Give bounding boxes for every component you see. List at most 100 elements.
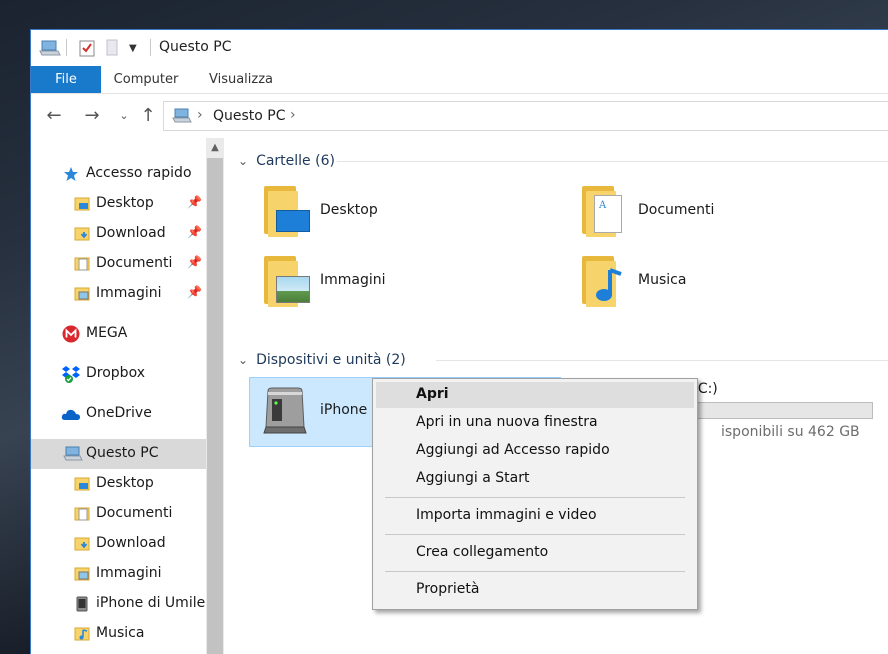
menu-item-import-pictures[interactable]: Importa immagini e video bbox=[376, 503, 694, 529]
breadcrumb[interactable]: Questo PC bbox=[213, 108, 286, 124]
tab-view[interactable]: Visualizza bbox=[201, 66, 281, 93]
folder-tile-documents[interactable]: A Documenti bbox=[582, 186, 862, 246]
menu-item-properties[interactable]: Proprietà bbox=[376, 577, 694, 603]
folder-label: Documenti bbox=[638, 202, 715, 218]
portable-device-icon bbox=[263, 387, 307, 434]
group-divider bbox=[337, 161, 888, 162]
sidebar-item-label: Desktop bbox=[96, 195, 154, 211]
sidebar-item-label: iPhone di Umile bbox=[96, 595, 206, 611]
folder-tile-music[interactable]: Musica bbox=[582, 256, 862, 316]
back-arrow-icon[interactable]: ← bbox=[44, 106, 64, 126]
menu-separator bbox=[385, 497, 685, 498]
sidebar-item-music[interactable]: Musica bbox=[31, 619, 206, 649]
pin-icon[interactable]: 📌 bbox=[187, 195, 202, 209]
sidebar-item-documents[interactable]: Documenti 📌 bbox=[31, 249, 206, 279]
computer-icon bbox=[39, 38, 61, 58]
menu-item-open[interactable]: Apri bbox=[376, 382, 694, 408]
navigation-bar: ← → ⌄ ↑ › Questo PC › bbox=[31, 94, 888, 138]
sidebar-item-onedrive[interactable]: OneDrive bbox=[31, 399, 206, 429]
sidebar-item-label: Accesso rapido bbox=[86, 165, 192, 181]
chevron-down-icon[interactable]: ⌄ bbox=[238, 154, 248, 168]
group-header-folders[interactable]: ⌄ Cartelle (6) bbox=[238, 151, 335, 171]
group-title: Dispositivi e unità (2) bbox=[256, 352, 406, 368]
menu-item-label: Apri bbox=[416, 386, 449, 402]
folder-music-icon bbox=[74, 626, 90, 642]
new-folder-icon[interactable] bbox=[105, 38, 119, 58]
group-title: Cartelle (6) bbox=[256, 153, 335, 169]
sidebar-item-label: MEGA bbox=[86, 325, 128, 341]
up-arrow-icon[interactable]: ↑ bbox=[138, 106, 158, 126]
menu-separator bbox=[385, 571, 685, 572]
properties-icon[interactable] bbox=[79, 38, 95, 58]
sidebar-item-download[interactable]: Download 📌 bbox=[31, 219, 206, 249]
tab-file[interactable]: File bbox=[31, 66, 101, 93]
folder-download-icon bbox=[74, 536, 90, 552]
sidebar-item-this-pc[interactable]: Questo PC bbox=[31, 439, 206, 469]
pin-icon[interactable]: 📌 bbox=[187, 285, 202, 299]
navigation-pane: Accesso rapido Desktop 📌 Download 📌 Docu… bbox=[31, 138, 206, 654]
menu-item-label: Aggiungi ad Accesso rapido bbox=[416, 442, 610, 458]
sidebar-item-label: Musica bbox=[96, 625, 145, 641]
menu-item-pin-start[interactable]: Aggiungi a Start bbox=[376, 466, 694, 492]
drive-free-space: isponibili su 462 GB bbox=[721, 424, 860, 440]
sidebar-item-label: Download bbox=[96, 535, 166, 551]
sidebar-item-pictures[interactable]: Immagini 📌 bbox=[31, 279, 206, 309]
window-title: Questo PC bbox=[159, 39, 232, 55]
sidebar-scrollbar[interactable]: ▲ bbox=[206, 138, 224, 654]
sidebar-item-mega[interactable]: MEGA bbox=[31, 319, 206, 349]
folder-documents-icon bbox=[74, 506, 90, 522]
folder-label: Immagini bbox=[320, 272, 386, 288]
folder-tile-pictures[interactable]: Immagini bbox=[264, 256, 544, 316]
forward-arrow-icon[interactable]: → bbox=[82, 106, 102, 126]
sidebar-item-iphone[interactable]: iPhone di Umile bbox=[31, 589, 206, 619]
separator bbox=[66, 39, 67, 56]
pin-icon[interactable]: 📌 bbox=[187, 225, 202, 239]
address-bar[interactable]: › Questo PC › bbox=[163, 101, 888, 131]
recent-locations-icon[interactable]: ⌄ bbox=[114, 106, 134, 126]
menu-item-open-new-window[interactable]: Apri in una nuova finestra bbox=[376, 410, 694, 436]
customize-toolbar-icon[interactable]: ▼ bbox=[129, 38, 137, 58]
sidebar-item-desktop[interactable]: Desktop 📌 bbox=[31, 189, 206, 219]
tab-computer[interactable]: Computer bbox=[111, 66, 181, 93]
dropbox-icon bbox=[61, 365, 80, 383]
folder-label: Desktop bbox=[320, 202, 378, 218]
menu-separator bbox=[385, 534, 685, 535]
computer-icon bbox=[172, 108, 192, 128]
sidebar-item-label: OneDrive bbox=[86, 405, 152, 421]
group-header-devices[interactable]: ⌄ Dispositivi e unità (2) bbox=[238, 350, 406, 370]
menu-item-label: Importa immagini e video bbox=[416, 507, 597, 523]
folder-download-icon bbox=[74, 226, 90, 242]
sidebar-item-label: Dropbox bbox=[86, 365, 145, 381]
sidebar-item-label: Documenti bbox=[96, 505, 173, 521]
scroll-up-arrow-icon[interactable]: ▲ bbox=[206, 138, 224, 158]
breadcrumb-chevron-icon[interactable]: › bbox=[197, 107, 203, 123]
separator bbox=[150, 39, 151, 56]
sidebar-item-dropbox[interactable]: Dropbox bbox=[31, 359, 206, 389]
sidebar-item-desktop[interactable]: Desktop bbox=[31, 469, 206, 499]
sidebar-item-label: Questo PC bbox=[86, 445, 159, 461]
pin-icon[interactable]: 📌 bbox=[187, 255, 202, 269]
context-menu: Apri Apri in una nuova finestra Aggiungi… bbox=[372, 378, 698, 610]
sidebar-item-pictures[interactable]: Immagini bbox=[31, 559, 206, 589]
chevron-down-icon[interactable]: ⌄ bbox=[238, 353, 248, 367]
breadcrumb-chevron-icon[interactable]: › bbox=[290, 107, 296, 123]
folder-pictures-icon bbox=[74, 286, 90, 302]
sidebar-item-label: Immagini bbox=[96, 565, 162, 581]
sidebar-item-documents[interactable]: Documenti bbox=[31, 499, 206, 529]
group-divider bbox=[436, 360, 888, 361]
sidebar-item-label: Desktop bbox=[96, 475, 154, 491]
folder-label: Musica bbox=[638, 272, 687, 288]
folder-desktop-icon bbox=[74, 476, 90, 492]
folder-tile-desktop[interactable]: Desktop bbox=[264, 186, 544, 246]
menu-item-label: Proprietà bbox=[416, 581, 480, 597]
ribbon: File Computer Visualizza bbox=[31, 66, 888, 94]
sidebar-item-quick-access[interactable]: Accesso rapido bbox=[31, 159, 206, 189]
sidebar-item-download[interactable]: Download bbox=[31, 529, 206, 559]
scrollbar-thumb[interactable] bbox=[207, 158, 223, 654]
menu-item-label: Crea collegamento bbox=[416, 544, 549, 560]
sidebar-item-label: Download bbox=[96, 225, 166, 241]
menu-item-pin-quick-access[interactable]: Aggiungi ad Accesso rapido bbox=[376, 438, 694, 464]
menu-item-label: Apri in una nuova finestra bbox=[416, 414, 598, 430]
menu-item-create-shortcut[interactable]: Crea collegamento bbox=[376, 540, 694, 566]
star-icon bbox=[63, 166, 79, 182]
